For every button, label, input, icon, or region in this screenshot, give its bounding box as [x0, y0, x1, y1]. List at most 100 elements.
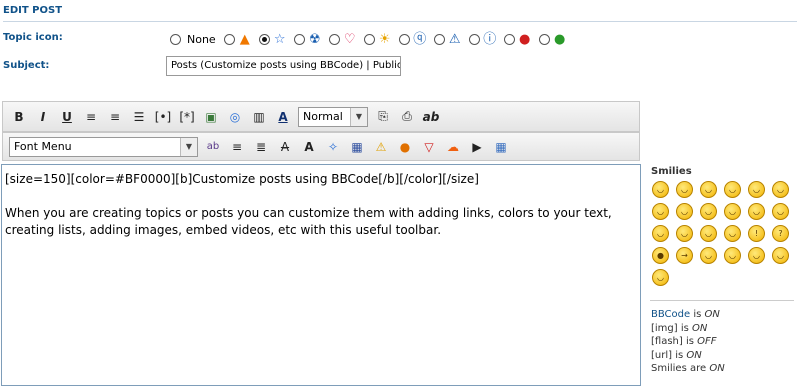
lightbulb-icon: ☀	[378, 31, 391, 47]
smiley-icon[interactable]: ◡	[724, 247, 741, 264]
topic-icon-radio-mad[interactable]	[503, 33, 515, 45]
topic-icon-radio-question[interactable]	[398, 33, 410, 45]
smiley-icon[interactable]: ◡	[724, 203, 741, 220]
topic-icon-radio-heart[interactable]	[328, 33, 340, 45]
message-textarea[interactable]: [size=150][color=#BF0000][b]Customize po…	[1, 164, 641, 386]
radioactive-icon: ☢	[308, 31, 321, 47]
quote-button[interactable]: ≡	[81, 107, 101, 127]
font-menu-value: Font Menu	[14, 140, 72, 153]
smilies-status-label: Smilies are	[651, 363, 710, 374]
bold-button[interactable]: B	[9, 107, 29, 127]
smiley-icon[interactable]: ◡	[676, 225, 693, 242]
smiley-icon[interactable]: ◡	[652, 225, 669, 242]
font-menu-select[interactable]: Font Menu ▼	[9, 136, 198, 157]
smilies-title: Smilies	[651, 166, 692, 177]
smiley-icon[interactable]: ◡	[676, 181, 693, 198]
smiley-icon[interactable]: ◡	[700, 225, 717, 242]
url-state: ON	[686, 349, 702, 361]
warning-icon[interactable]: ⚠	[371, 137, 391, 157]
question-icon: ⓠ	[413, 31, 427, 47]
italic-button[interactable]: I	[33, 107, 53, 127]
img-state: ON	[692, 322, 708, 334]
shadow-text-button[interactable]: A	[299, 137, 319, 157]
subject-input[interactable]: Posts (Customize posts using BBCode) | P…	[166, 56, 401, 76]
topic-icon-radio-star[interactable]	[258, 33, 270, 45]
table-icon[interactable]: ▦	[491, 137, 511, 157]
info-icon: ⓘ	[483, 31, 497, 47]
smiley-icon[interactable]: ◡	[748, 181, 765, 198]
speech-bubble-icon[interactable]: ●	[395, 137, 415, 157]
topic-icon-radio-warning[interactable]	[433, 33, 445, 45]
copy-icon[interactable]: ⎘	[373, 107, 393, 127]
format-toolbar-top: B I U ≡ ≡ ☰ [•] [*] ▣ ◎ ▥ A Normal ▼ ⎘ ⎙…	[2, 101, 640, 132]
soundcloud-icon[interactable]: ☁	[443, 137, 463, 157]
spoiler-icon[interactable]: ▽	[419, 137, 439, 157]
smiley-icon[interactable]: ◡	[724, 225, 741, 242]
topic-icon-radio-fire[interactable]	[223, 33, 235, 45]
topic-icon-radio-grin[interactable]	[538, 33, 550, 45]
url-status-label: [url] is	[651, 349, 687, 361]
fire-icon: ▲	[239, 31, 250, 47]
smiley-icon[interactable]: ◡	[772, 203, 789, 220]
font-size-value: Normal	[303, 110, 343, 123]
ordered-list-button[interactable]: [•]	[153, 107, 173, 127]
question-icon[interactable]: ?	[772, 225, 789, 242]
topic-icon-label: Topic icon:	[3, 32, 63, 43]
underline-button[interactable]: U	[57, 107, 77, 127]
smiley-icon[interactable]: ◡	[772, 247, 789, 264]
strike-button[interactable]: A	[275, 137, 295, 157]
chevron-down-icon: ▼	[350, 107, 367, 126]
flash-state: OFF	[697, 336, 717, 347]
glow-icon[interactable]: ✧	[323, 137, 343, 157]
grin-icon: ●	[554, 31, 566, 47]
smiley-icon[interactable]: ◡	[724, 181, 741, 198]
subject-label: Subject:	[3, 60, 50, 71]
smiley-icon[interactable]: ◡	[700, 181, 717, 198]
link-icon[interactable]: ◎	[225, 107, 245, 127]
gradient-icon[interactable]: ▦	[347, 137, 367, 157]
smiley-icon[interactable]: ◡	[700, 247, 717, 264]
smiley-icon[interactable]: ◡	[748, 203, 765, 220]
spellcheck-icon[interactable]: ab	[203, 137, 223, 157]
play-icon[interactable]: ▶	[467, 137, 487, 157]
smiley-icon[interactable]: ◡	[772, 181, 789, 198]
align-justify-icon[interactable]: ≣	[251, 137, 271, 157]
smiley-icon[interactable]: ◡	[676, 203, 693, 220]
smiley-icon[interactable]: ◡	[652, 269, 669, 286]
bbcode-is-text: is	[690, 309, 705, 320]
topic-icon-radio-none[interactable]	[170, 33, 181, 45]
image-icon[interactable]: ▣	[201, 107, 221, 127]
list-item-button[interactable]: [*]	[177, 107, 197, 127]
replace-button[interactable]: ab	[421, 107, 441, 127]
smiley-icon[interactable]: ◡	[700, 203, 717, 220]
font-size-select[interactable]: Normal ▼	[298, 106, 368, 127]
smilies-divider	[650, 300, 794, 301]
bbcode-link[interactable]: BBCode	[651, 309, 690, 320]
smiley-icon[interactable]: ◡	[652, 181, 669, 198]
mad-icon: ●	[519, 31, 531, 47]
smilies-state: ON	[709, 363, 725, 374]
topic-icon-radio-lightbulb[interactable]	[363, 33, 375, 45]
list-button[interactable]: ☰	[129, 107, 149, 127]
code-button[interactable]: ≡	[105, 107, 125, 127]
topic-icon-radio-info[interactable]	[468, 33, 480, 45]
topic-icon-options: None ▲ ☆ ☢ ♡ ☀ ⓠ ⚠ ⓘ ● ●	[166, 30, 568, 48]
warning-icon: ⚠	[448, 31, 461, 47]
topic-icon-radio-radioactive[interactable]	[293, 33, 305, 45]
bbcode-status: BBCode is ON [img] is ON [flash] is OFF …	[651, 308, 725, 376]
arrow-icon[interactable]: →	[676, 247, 693, 264]
smiley-icon[interactable]: ◡	[652, 203, 669, 220]
smilies-grid: ◡ ◡ ◡ ◡ ◡ ◡ ◡ ◡ ◡ ◡ ◡ ◡ ◡ ◡ ◡ ◡ ! ? ● → …	[652, 181, 794, 286]
chevron-down-icon: ▼	[180, 137, 197, 156]
video-icon[interactable]: ▥	[249, 107, 269, 127]
idea-icon[interactable]: ●	[652, 247, 669, 264]
message-line-3: creating lists, adding images, embed vid…	[5, 223, 442, 237]
smiley-icon[interactable]: ◡	[748, 247, 765, 264]
exclaim-icon[interactable]: !	[748, 225, 765, 242]
topic-icon-none-label: None	[187, 32, 216, 46]
flash-status-label: [flash] is	[651, 336, 698, 347]
font-color-button[interactable]: A	[273, 107, 293, 127]
align-center-icon[interactable]: ≡	[227, 137, 247, 157]
bbcode-state: ON	[704, 309, 720, 320]
paste-icon[interactable]: ⎙	[397, 107, 417, 127]
